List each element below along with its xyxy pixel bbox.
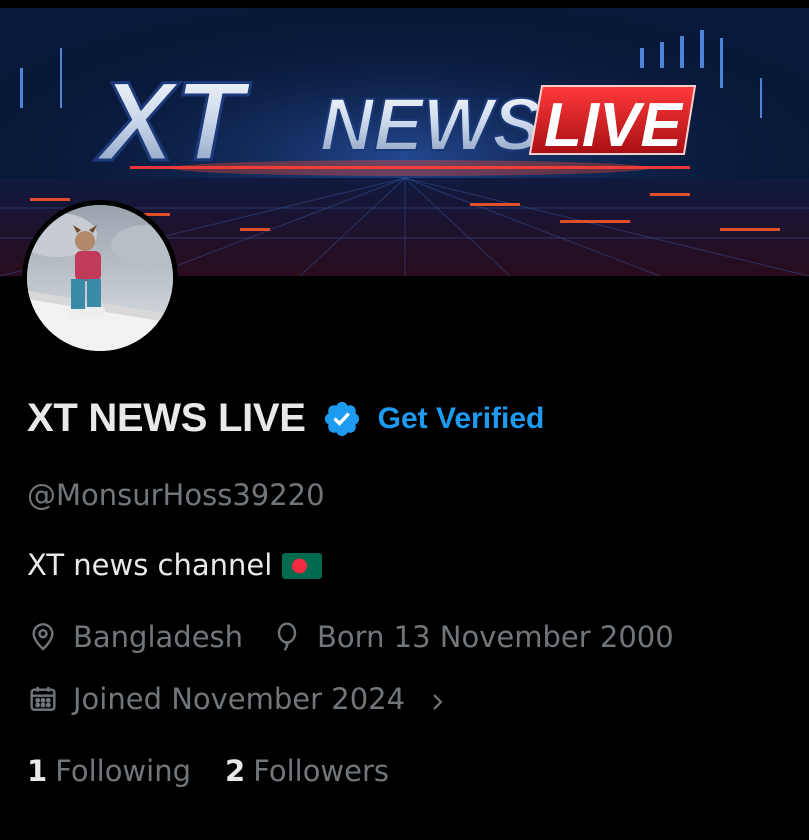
bio-text: XT news channel [27,548,273,582]
balloon-icon [271,621,303,653]
avatar-image [27,205,173,351]
followers-label: Followers [253,754,390,788]
joined-date-text: Joined November 2024 [73,682,406,716]
follow-stats: 1 Following 2 Followers [27,754,389,788]
avatar-border[interactable] [22,200,178,356]
following-count: 1 [27,754,48,788]
banner-logo-xt: XT [94,59,252,184]
banner-logo-live: LIVE [544,91,683,160]
bio: XT news channel [27,548,323,582]
avatar[interactable] [27,205,173,351]
location-pin-icon [27,621,59,653]
banner-logo-news: NEWS [320,83,542,166]
name-row: XT NEWS LIVE Get Verified [27,396,544,441]
followers-link[interactable]: 2 Followers [225,754,389,788]
profile-meta-row-2: Joined November 2024 [27,682,449,716]
birthdate-text: Born 13 November 2000 [317,620,674,654]
profile-meta-row-1: Bangladesh Born 13 November 2000 [27,620,674,654]
following-label: Following [55,754,191,788]
location-text: Bangladesh [73,620,244,654]
followers-count: 2 [225,754,246,788]
user-handle: @MonsurHoss39220 [27,478,325,512]
verified-badge-icon[interactable] [322,399,362,439]
calendar-icon [27,683,59,715]
chevron-right-icon[interactable] [425,687,449,711]
following-link[interactable]: 1 Following [27,754,191,788]
get-verified-button[interactable]: Get Verified [378,402,545,436]
bangladesh-flag-icon [282,552,323,579]
display-name: XT NEWS LIVE [27,396,306,440]
